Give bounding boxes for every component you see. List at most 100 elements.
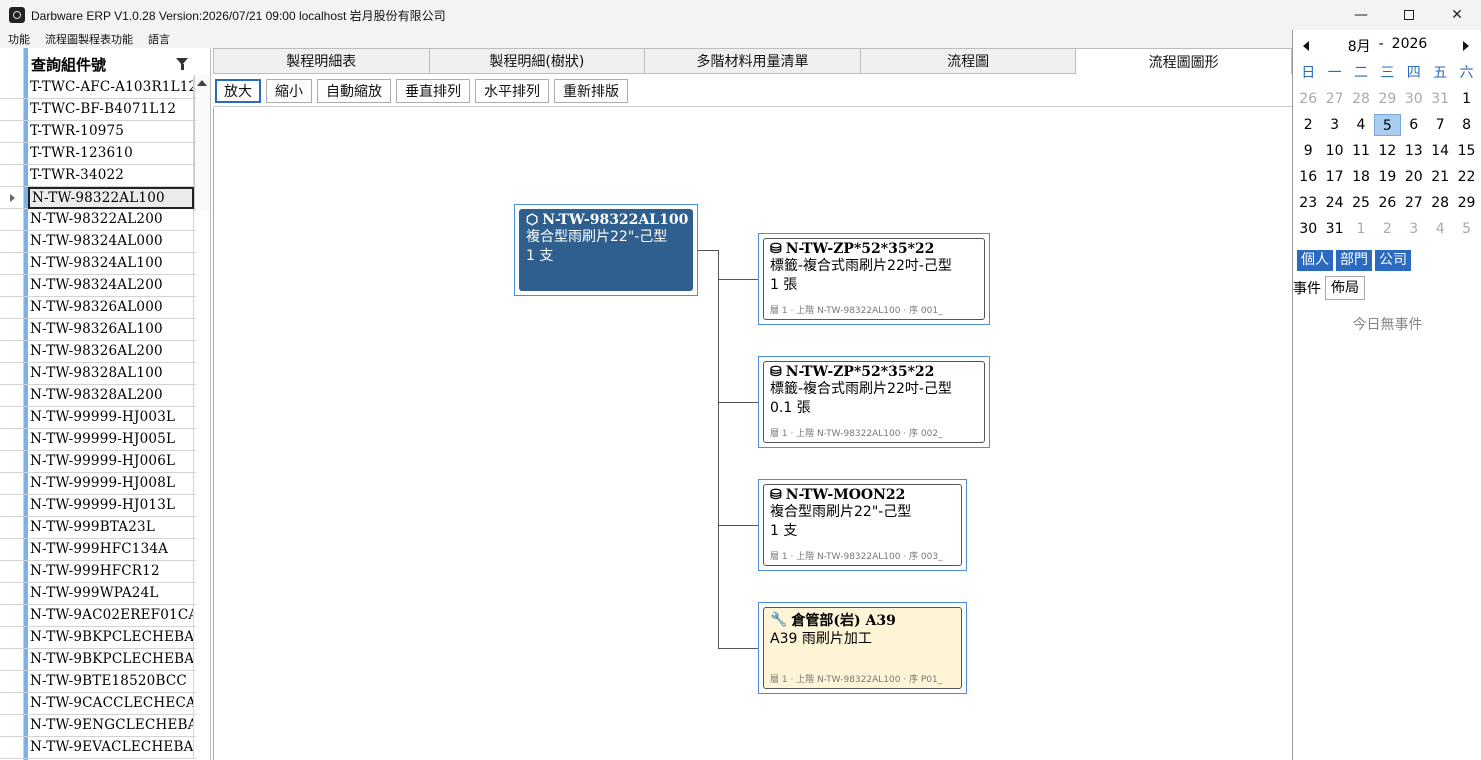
- tab-1[interactable]: 製程明細(樹狀): [429, 48, 646, 74]
- list-item[interactable]: N-TW-9AC02EREF01CA: [0, 605, 196, 627]
- calendar-day[interactable]: 11: [1348, 138, 1374, 164]
- calendar-day[interactable]: 21: [1427, 164, 1453, 190]
- calendar-day[interactable]: 22: [1453, 164, 1479, 190]
- zoom-in-button[interactable]: 放大: [215, 78, 261, 103]
- vertical-layout-button[interactable]: 垂直排列: [396, 78, 470, 103]
- next-month-icon[interactable]: [1463, 41, 1469, 51]
- calendar-day[interactable]: 8: [1453, 112, 1479, 138]
- list-item[interactable]: N-TW-99999-HJ013L: [0, 495, 196, 517]
- list-scrollbar[interactable]: [194, 75, 210, 211]
- calendar-day[interactable]: 5: [1453, 216, 1479, 242]
- minimize-button[interactable]: —: [1337, 0, 1385, 30]
- list-item[interactable]: N-TW-9BKPCLECHEBAB: [0, 649, 196, 671]
- child-node-2[interactable]: ⛁ N-TW-ZP*52*35*22 標籤-複合式雨刷片22吋-己型 0.1 張 …: [758, 356, 990, 448]
- list-item[interactable]: N-TW-98328AL100: [0, 363, 196, 385]
- tab-0[interactable]: 製程明細表: [213, 48, 430, 74]
- zoom-out-button[interactable]: 縮小: [266, 78, 312, 103]
- list-item[interactable]: N-TW-99999-HJ005L: [0, 429, 196, 451]
- menu-flowchart-functions[interactable]: 流程圖製程表功能: [37, 31, 140, 47]
- work-center-node[interactable]: 🔧 倉管部(岩) A39 A39 雨刷片加工 層 1 · 上階 N-TW-9832…: [758, 602, 967, 694]
- calendar-day[interactable]: 16: [1295, 164, 1321, 190]
- child-node-1[interactable]: ⛁ N-TW-ZP*52*35*22 標籤-複合式雨刷片22吋-己型 1 張 層 …: [758, 233, 990, 325]
- calendar-day[interactable]: 19: [1374, 164, 1400, 190]
- list-item[interactable]: N-TW-9EVACLECHEBAA: [0, 737, 196, 759]
- list-item[interactable]: N-TW-98324AL000: [0, 231, 196, 253]
- calendar-day[interactable]: 2: [1374, 216, 1400, 242]
- calendar-day[interactable]: 18: [1348, 164, 1374, 190]
- list-item[interactable]: N-TW-999BTA23L: [0, 517, 196, 539]
- maximize-button[interactable]: [1385, 0, 1433, 30]
- layout-button[interactable]: 佈局: [1325, 276, 1365, 300]
- calendar-day[interactable]: 14: [1427, 138, 1453, 164]
- calendar-day[interactable]: 24: [1321, 190, 1347, 216]
- calendar-day[interactable]: 1: [1348, 216, 1374, 242]
- auto-zoom-button[interactable]: 自動縮放: [317, 78, 391, 103]
- calendar-day[interactable]: 7: [1427, 112, 1453, 138]
- menu-language[interactable]: 語言: [140, 31, 177, 47]
- list-item[interactable]: N-TW-98326AL200: [0, 341, 196, 363]
- calendar-day[interactable]: 27: [1401, 190, 1427, 216]
- close-button[interactable]: ✕: [1433, 0, 1481, 30]
- calendar-day[interactable]: 17: [1321, 164, 1347, 190]
- calendar-day[interactable]: 15: [1453, 138, 1479, 164]
- calendar-day[interactable]: 31: [1427, 86, 1453, 112]
- list-item[interactable]: T-TWR-10975: [0, 121, 196, 143]
- list-item[interactable]: T-TWR-123610: [0, 143, 196, 165]
- calendar-day[interactable]: 10: [1321, 138, 1347, 164]
- calendar-day[interactable]: 26: [1295, 86, 1321, 112]
- calendar-day[interactable]: 28: [1348, 86, 1374, 112]
- tab-3[interactable]: 流程圖: [860, 48, 1077, 74]
- calendar-day[interactable]: 2: [1295, 112, 1321, 138]
- scroll-up-arrow-icon[interactable]: [197, 80, 207, 86]
- list-item[interactable]: T-TWC-BF-B4071L12: [0, 99, 196, 121]
- calendar-day[interactable]: 26: [1374, 190, 1400, 216]
- calendar-day[interactable]: 9: [1295, 138, 1321, 164]
- list-item[interactable]: N-TW-99999-HJ006L: [0, 451, 196, 473]
- calendar-month[interactable]: 8月: [1348, 36, 1371, 56]
- calendar-day[interactable]: 12: [1374, 138, 1400, 164]
- calendar-day[interactable]: 29: [1374, 86, 1400, 112]
- calendar-day[interactable]: 29: [1453, 190, 1479, 216]
- filter-icon[interactable]: [176, 58, 188, 70]
- list-item[interactable]: N-TW-999HFCR12: [0, 561, 196, 583]
- department-button[interactable]: 部門: [1336, 250, 1372, 271]
- personal-button[interactable]: 個人: [1297, 250, 1333, 271]
- list-item[interactable]: N-TW-98326AL000: [0, 297, 196, 319]
- calendar-day[interactable]: 31: [1321, 216, 1347, 242]
- relayout-button[interactable]: 重新排版: [554, 78, 628, 103]
- calendar-day[interactable]: 23: [1295, 190, 1321, 216]
- tab-4[interactable]: 流程圖圖形: [1076, 48, 1292, 74]
- list-item[interactable]: N-TW-999WPA24L: [0, 583, 196, 605]
- calendar-day[interactable]: 3: [1321, 112, 1347, 138]
- calendar-day[interactable]: 28: [1427, 190, 1453, 216]
- list-item[interactable]: N-TW-98322AL200: [0, 209, 196, 231]
- list-item[interactable]: N-TW-98326AL100: [0, 319, 196, 341]
- list-item[interactable]: N-TW-9BKPCLECHEBAA: [0, 627, 196, 649]
- list-item[interactable]: T-TWR-34022: [0, 165, 196, 187]
- list-item[interactable]: N-TW-98324AL100: [0, 253, 196, 275]
- menu-function[interactable]: 功能: [0, 31, 37, 47]
- calendar-day[interactable]: 1: [1453, 86, 1479, 112]
- list-item[interactable]: N-TW-98322AL100: [0, 187, 196, 209]
- calendar-day[interactable]: 5: [1374, 114, 1401, 136]
- company-button[interactable]: 公司: [1375, 250, 1411, 271]
- calendar-day[interactable]: 25: [1348, 190, 1374, 216]
- calendar-day[interactable]: 20: [1401, 164, 1427, 190]
- calendar-day[interactable]: 27: [1321, 86, 1347, 112]
- flowchart-canvas[interactable]: ⬡ N-TW-98322AL100 複合型雨刷片22"-己型 1 支 ⛁ N-TW-…: [213, 108, 1291, 760]
- calendar-day[interactable]: 30: [1401, 86, 1427, 112]
- list-item[interactable]: N-TW-9CACCLECHECAA: [0, 693, 196, 715]
- horizontal-layout-button[interactable]: 水平排列: [475, 78, 549, 103]
- calendar-day[interactable]: 4: [1348, 112, 1374, 138]
- list-item[interactable]: N-TW-98328AL200: [0, 385, 196, 407]
- calendar-day[interactable]: 3: [1401, 216, 1427, 242]
- tab-2[interactable]: 多階材料用量清單: [645, 48, 861, 74]
- calendar-day[interactable]: 13: [1401, 138, 1427, 164]
- calendar-year[interactable]: 2026: [1392, 36, 1428, 56]
- root-node[interactable]: ⬡ N-TW-98322AL100 複合型雨刷片22"-己型 1 支: [514, 204, 698, 296]
- list-item[interactable]: T-TWC-AFC-A103R1L12: [0, 77, 196, 99]
- calendar-day[interactable]: 30: [1295, 216, 1321, 242]
- list-item[interactable]: N-TW-99999-HJ008L: [0, 473, 196, 495]
- list-item[interactable]: N-TW-9ENGCLECHEBAA-1: [0, 715, 196, 737]
- list-item[interactable]: N-TW-999HFC134A: [0, 539, 196, 561]
